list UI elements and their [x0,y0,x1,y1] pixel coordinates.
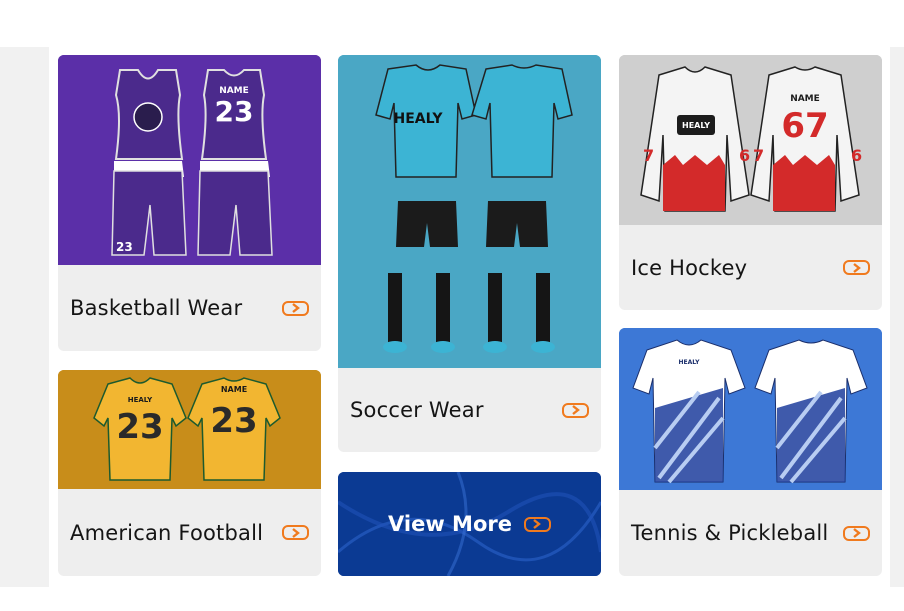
jersey-brand-text: HEALY [682,121,710,130]
shirt-brand-text: HEALY [679,359,701,366]
tennis-shirt-image: HEALY [619,328,882,490]
jersey-number-text: 23 [116,407,163,447]
arrow-right-icon[interactable] [843,260,870,275]
basketball-jersey-image: 23 NAME 23 [58,55,321,265]
category-card-soccer[interactable]: HEALY Soccer Wear [338,55,601,452]
jersey-brand-text: HEALY [128,396,153,404]
jersey-back-number-text: 23 [210,401,257,441]
card-caption: American Football [58,489,321,576]
card-caption: Basketball Wear [58,265,321,351]
sleeve-number-left: 7 [643,146,654,165]
american-football-jersey-image: HEALY 23 NAME 23 [58,370,321,489]
sleeve-number-right: 6 [739,146,750,165]
ice-hockey-jersey-image: HEALY 7 6 NAME 67 7 6 [619,55,882,225]
jersey-name-text: NAME [790,94,820,104]
jersey-name-text: NAME [221,385,247,394]
right-gutter [890,47,904,587]
card-caption: Tennis & Pickleball [619,490,882,576]
card-caption: Ice Hockey [619,225,882,310]
category-card-basketball[interactable]: 23 NAME 23 Basketball Wear [58,55,321,351]
category-card-tennis-pickleball[interactable]: HEALY Tennis & Pickleball [619,328,882,576]
arrow-right-icon[interactable] [282,525,309,540]
soccer-kit-image: HEALY [338,55,601,368]
category-label: Basketball Wear [70,296,243,320]
arrow-right-icon[interactable] [523,516,551,532]
category-label: Ice Hockey [631,255,748,280]
jersey-number-text: 67 [781,106,828,146]
view-more-label: View More [388,512,512,536]
view-more-button[interactable]: View More [338,472,601,576]
left-gutter [0,47,49,587]
back-sleeve-number-left: 7 [753,146,764,165]
category-label: Soccer Wear [350,398,484,422]
shorts-number: 23 [116,240,133,254]
category-label: Tennis & Pickleball [631,521,829,545]
jersey-number-text: 23 [215,95,254,128]
arrow-right-icon[interactable] [843,525,870,541]
category-card-ice-hockey[interactable]: HEALY 7 6 NAME 67 7 6 Ice Hockey [619,55,882,310]
arrow-right-icon[interactable] [562,402,589,418]
category-label: American Football [70,520,264,545]
arrow-right-icon[interactable] [282,300,309,316]
category-card-american-football[interactable]: HEALY 23 NAME 23 American Football [58,370,321,576]
back-sleeve-number-right: 6 [851,146,862,165]
shirt-brand-text: HEALY [394,111,444,127]
card-caption: Soccer Wear [338,368,601,452]
